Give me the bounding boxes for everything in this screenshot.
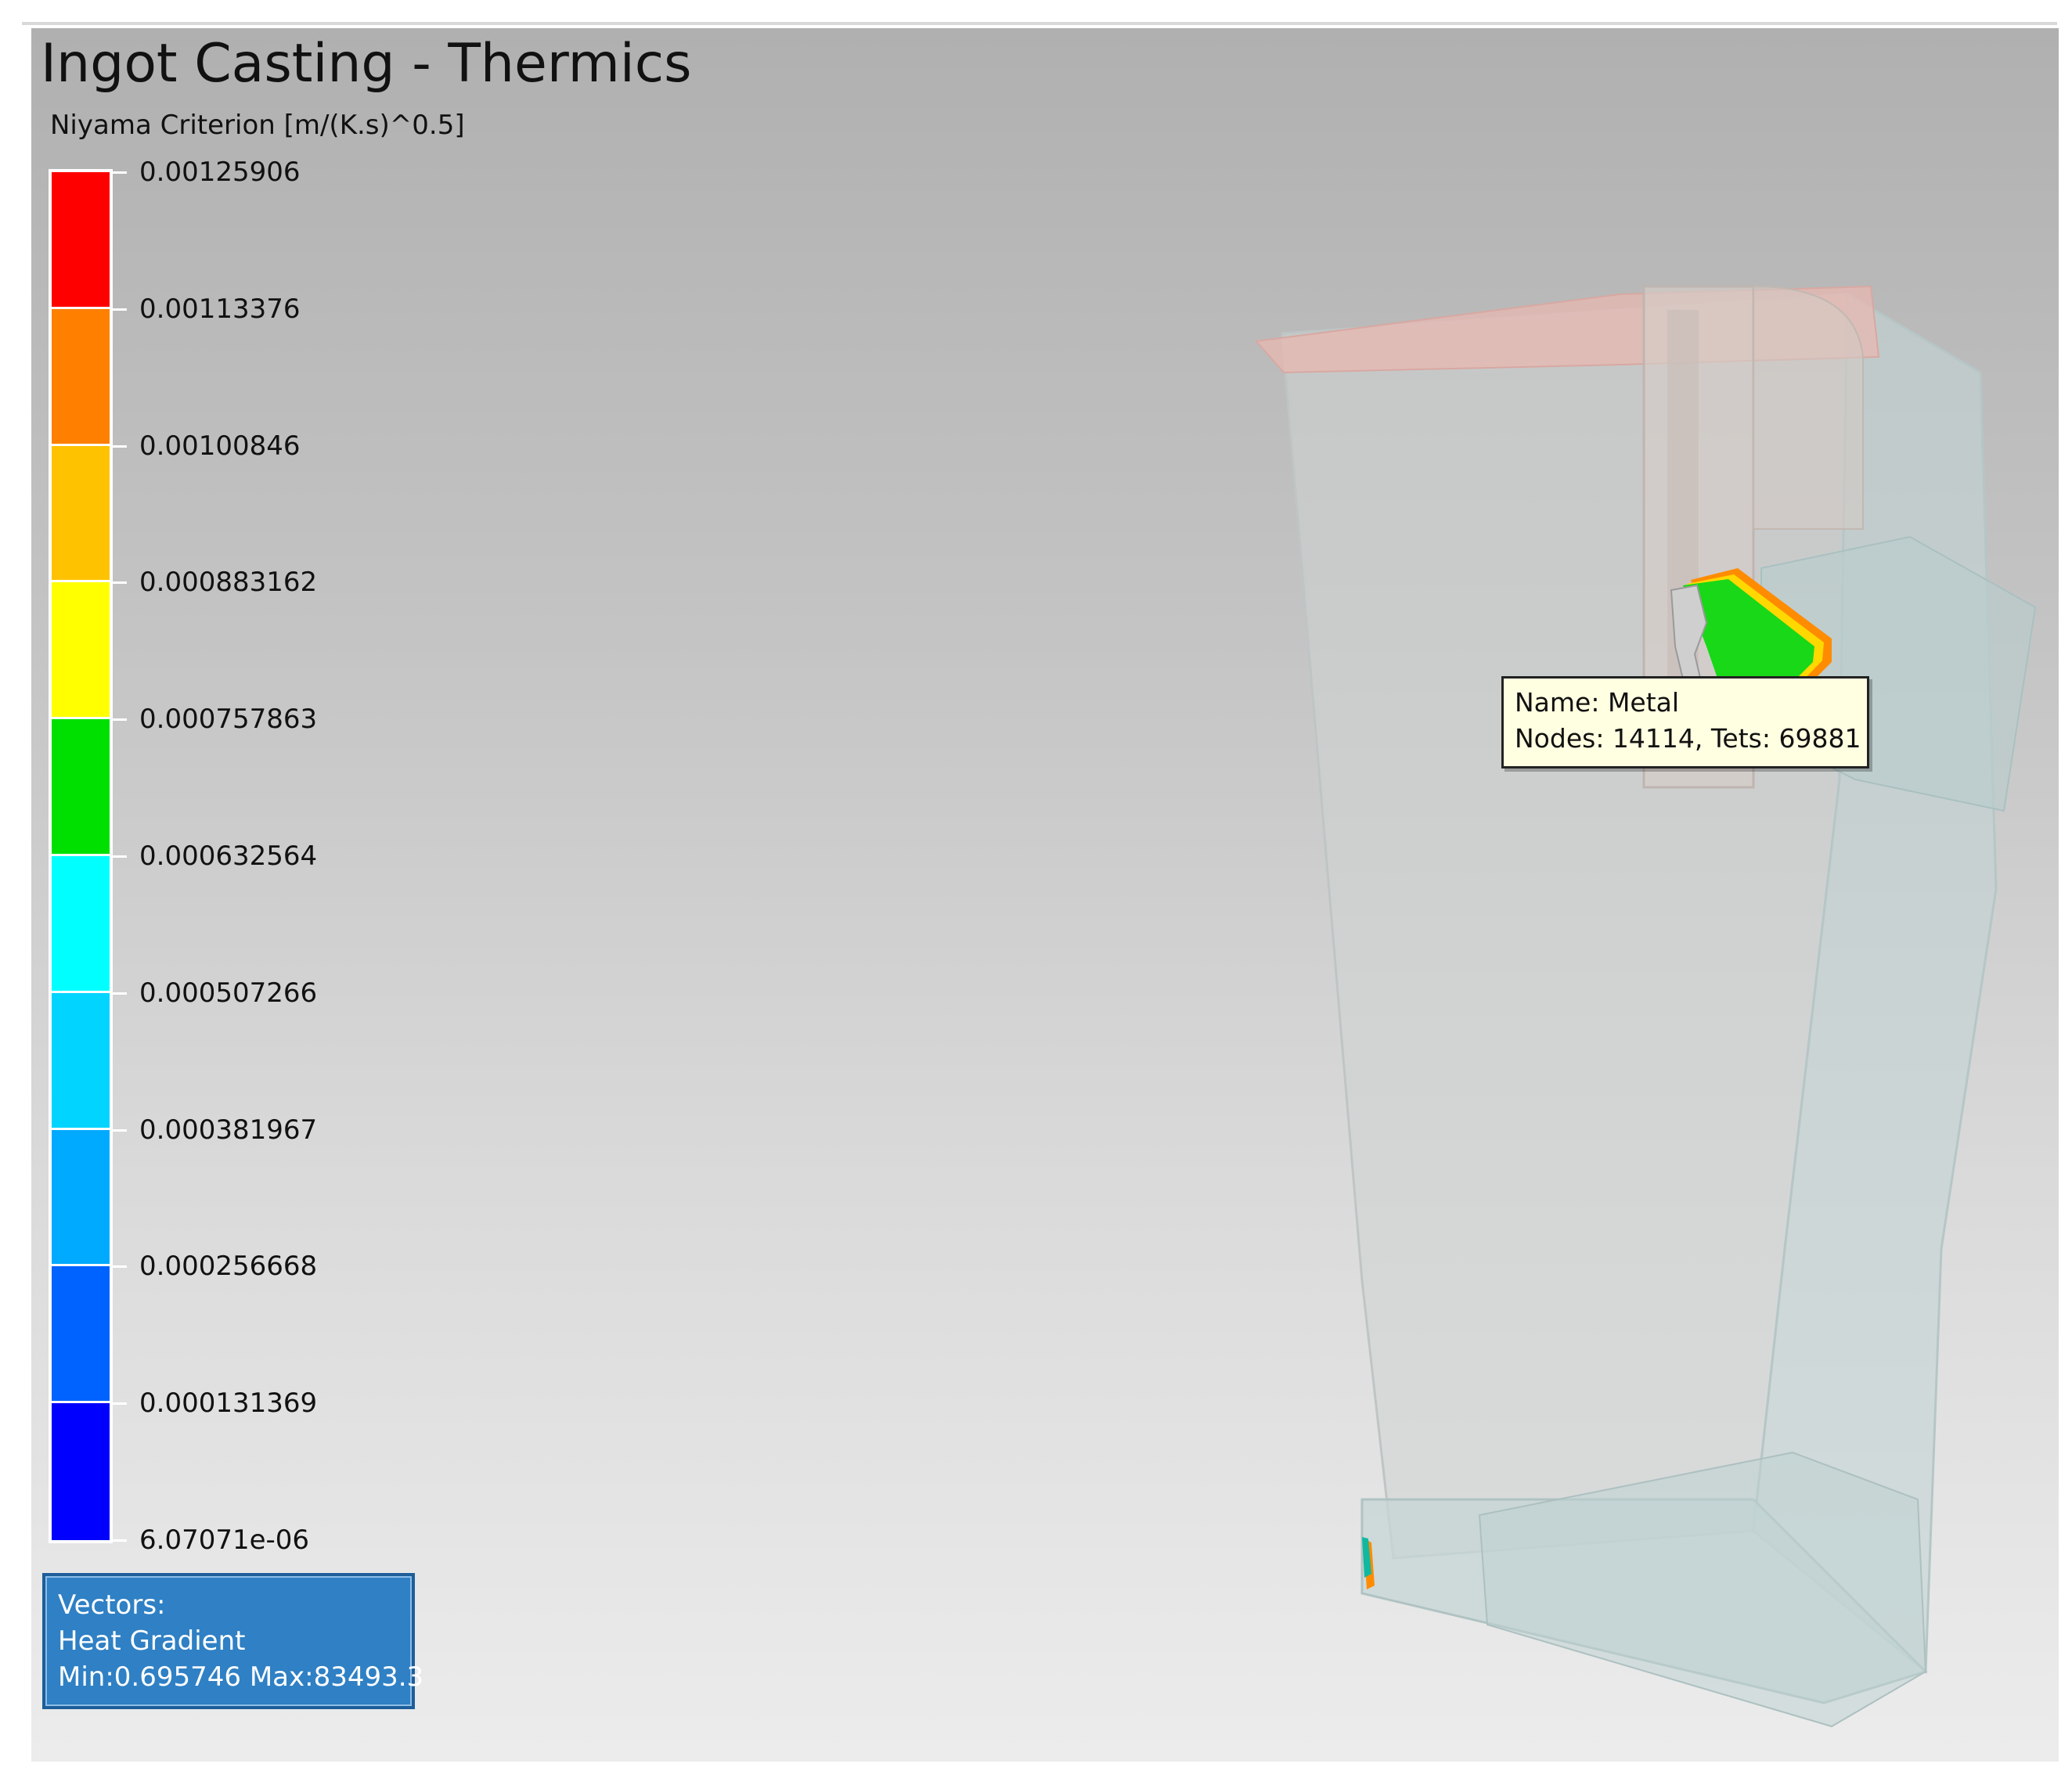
vectors-info-panel[interactable]: Vectors: Heat Gradient Min:0.695746 Max:… (42, 1573, 424, 1709)
window-top-edge (22, 22, 2057, 25)
legend-tick-label: 0.000883162 (139, 567, 318, 599)
legend-band (52, 445, 110, 583)
legend-band (52, 582, 110, 720)
legend-tick-label: 0.00100846 (139, 430, 301, 462)
legend-tick-label: 0.00113376 (139, 293, 301, 325)
legend-tick-mark (113, 171, 127, 174)
legend-band (52, 992, 110, 1130)
hover-tooltip: Name: Metal Nodes: 14114, Tets: 69881 (1501, 676, 1869, 769)
legend-tick-mark (113, 718, 127, 722)
legend-band (52, 1266, 110, 1404)
legend-tick-mark (113, 1128, 127, 1132)
color-legend-bar (49, 169, 113, 1543)
ingot-mold-model[interactable] (31, 28, 2059, 1762)
vectors-label: Vectors: (58, 1589, 166, 1621)
legend-tick-mark (113, 1265, 127, 1269)
legend-tick-label: 6.07071e-06 (139, 1524, 310, 1556)
legend-tick-mark (113, 445, 127, 448)
legend-tick-label: 0.000256668 (139, 1251, 318, 1283)
vectors-range: Min:0.695746 Max:83493.3 (58, 1661, 424, 1693)
tooltip-stats: Nodes: 14114, Tets: 69881 (1515, 723, 1861, 754)
legend-tick-label: 0.000381967 (139, 1114, 318, 1146)
legend-tick-mark (113, 992, 127, 995)
application-frame: Ingot Casting - Thermics Niyama Criterio… (0, 0, 2072, 1771)
page-title: Ingot Casting - Thermics (41, 33, 692, 95)
legend-band (52, 719, 110, 856)
legend-tick-label: 0.000507266 (139, 977, 318, 1009)
legend-band (52, 172, 110, 309)
legend-tick-mark (113, 1402, 127, 1406)
legend-tick-mark (113, 581, 127, 585)
legend-tick-label: 0.000632564 (139, 841, 318, 872)
legend-title: Niyama Criterion [m/(K.s)^0.5] (50, 110, 465, 141)
legend-tick-mark (113, 1539, 127, 1542)
legend-band (52, 856, 110, 993)
legend-tick-mark (113, 308, 127, 311)
vectors-name: Heat Gradient (58, 1625, 246, 1657)
legend-tick-label: 0.000757863 (139, 704, 318, 736)
legend-band (52, 308, 110, 446)
legend-tick-mark (113, 855, 127, 858)
legend-band (52, 1129, 110, 1267)
legend-band (52, 1403, 110, 1540)
tooltip-name: Name: Metal (1515, 687, 1680, 718)
3d-viewport[interactable]: Ingot Casting - Thermics Niyama Criterio… (31, 28, 2059, 1762)
legend-tick-label: 0.00125906 (139, 157, 301, 188)
mold-top-dome (1753, 285, 1864, 530)
legend-tick-label: 0.000131369 (139, 1388, 318, 1420)
